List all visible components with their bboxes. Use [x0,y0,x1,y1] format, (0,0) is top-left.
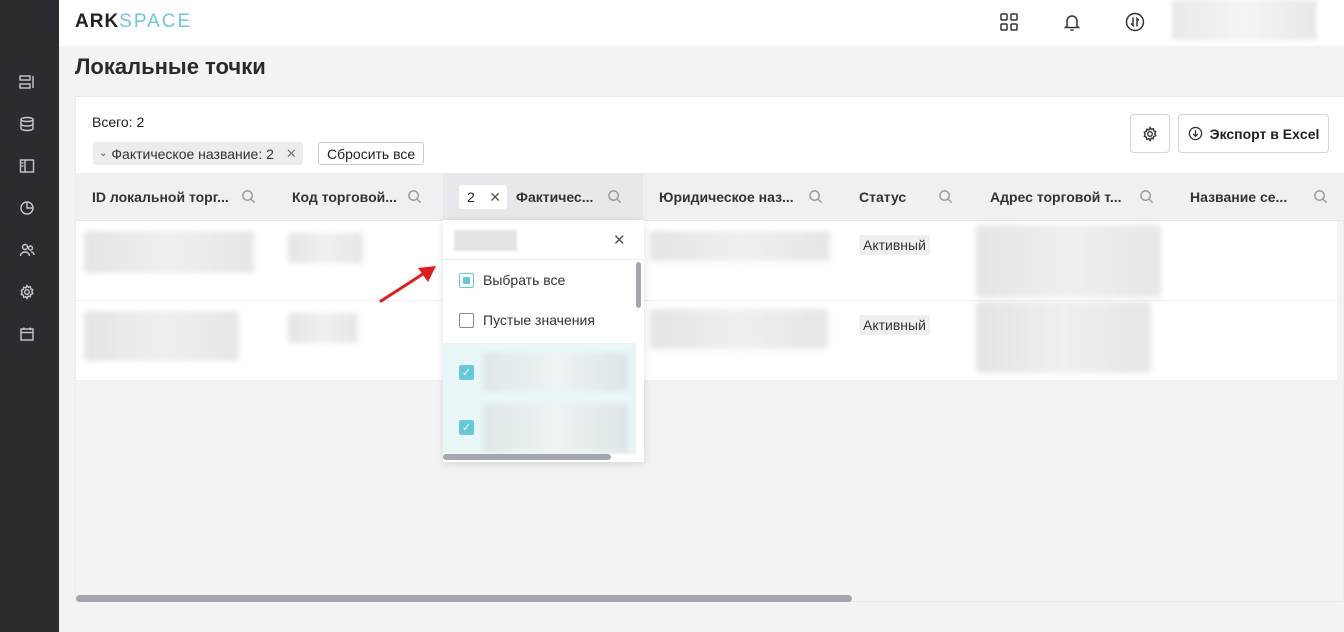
redacted-cell [976,301,1151,373]
table-header: ID локальной торг... Код торговой... 2 ✕… [76,173,1344,221]
user-profile[interactable] [1172,0,1317,40]
sidebar [0,0,59,632]
close-icon[interactable]: ✕ [489,189,501,206]
column-header-code[interactable]: Код торговой... [276,173,443,221]
status-badge: Активный [859,315,930,335]
download-icon [1188,126,1202,141]
table-horizontal-scrollbar[interactable] [76,595,852,602]
column-header-status[interactable]: Статус [843,173,974,221]
filter-chip[interactable]: ⌄ Фактическое название: 2 ✕ [93,142,303,165]
column-label: Фактичес... [516,189,594,205]
column-label: Статус [859,189,907,205]
checkbox-partial[interactable] [459,272,474,288]
search-icon[interactable] [1139,189,1155,205]
vertical-scrollbar[interactable] [636,262,641,308]
column-header-legal-name[interactable]: Юридическое наз... [643,173,843,221]
exchange-icon[interactable] [1124,11,1146,33]
filter-chip-label: Фактическое название: 2 [111,145,274,162]
apps-grid-icon[interactable] [998,11,1020,33]
redacted-cell [976,225,1161,297]
calendar-icon[interactable] [18,325,36,343]
column-header-address[interactable]: Адрес торговой т... [974,173,1174,221]
redacted-cell [84,231,254,273]
search-icon[interactable] [241,189,257,205]
table-row[interactable]: Активный [76,301,1337,381]
logo[interactable]: ARKSPACE [75,11,192,33]
search-icon[interactable] [938,189,954,205]
list-item[interactable]: ✓ [443,343,636,401]
search-icon[interactable] [1313,189,1329,205]
chevron-down-icon[interactable]: ⌄ [99,148,107,159]
reset-all-button[interactable]: Сбросить все [318,142,425,165]
close-icon[interactable]: ✕ [613,231,626,249]
pie-chart-icon[interactable] [18,199,36,217]
option-label: Выбрать все [483,272,566,288]
redacted-cell [288,233,363,263]
gear-icon [1143,125,1157,142]
horizontal-scrollbar[interactable] [443,454,611,460]
redacted-cell [650,309,828,349]
page-title: Локальные точки [75,54,266,79]
column-filter-count[interactable]: 2 ✕ [459,185,507,209]
checkbox-checked[interactable]: ✓ [459,364,474,380]
annotation-arrow-icon [379,266,436,303]
redacted-cell [288,313,358,343]
column-label: Юридическое наз... [659,189,794,205]
empty-values-option[interactable]: Пустые значения [443,300,636,340]
column-filter-dropdown: ✕ Выбрать все Пустые значения ✓ ✓ [443,220,644,462]
logo-ark-text: ARK [75,11,120,32]
settings-button[interactable] [1130,114,1170,153]
logo-space-text: SPACE [119,11,193,32]
column-header-actual-name[interactable]: 2 ✕ Фактичес... [443,173,643,221]
sidebar-panel-icon[interactable] [18,157,36,175]
search-icon[interactable] [407,189,423,205]
checkbox[interactable] [459,312,474,328]
export-excel-button[interactable]: Экспорт в Excel [1178,114,1329,153]
database-icon[interactable] [18,115,36,133]
column-label: Код торговой... [292,189,397,205]
total-count: Всего: 2 [92,114,145,130]
redacted-cell [650,231,830,261]
column-label: Адрес торговой т... [990,189,1122,205]
table-toolbar: Всего: 2 ⌄ Фактическое название: 2 ✕ Сбр… [76,97,1344,173]
export-label: Экспорт в Excel [1209,125,1320,142]
column-header-network-name[interactable]: Название се... [1174,173,1344,221]
gear-icon[interactable] [18,283,36,301]
search-icon[interactable] [607,189,623,205]
column-label: Название се... [1190,189,1288,205]
close-icon[interactable]: ✕ [286,146,297,162]
bell-icon[interactable] [1061,11,1083,33]
status-badge: Активный [859,235,930,255]
redacted-cell [84,311,239,361]
search-input[interactable] [454,230,517,251]
users-icon[interactable] [18,241,36,259]
search-icon[interactable] [808,189,824,205]
option-label: Пустые значения [483,312,595,328]
filter-count-value: 2 [467,189,475,205]
top-header: ARKSPACE [59,0,1344,46]
list-item[interactable]: ✓ [443,401,636,454]
select-all-option[interactable]: Выбрать все [443,260,636,300]
redacted-option [483,403,628,452]
column-header-id[interactable]: ID локальной торг... [76,173,276,221]
table-card: Всего: 2 ⌄ Фактическое название: 2 ✕ Сбр… [75,96,1344,602]
column-label: ID локальной торг... [92,189,229,205]
dropdown-search: ✕ [443,220,644,260]
table-row[interactable]: Активный [76,221,1337,301]
list-icon[interactable] [18,73,36,91]
redacted-option [483,353,628,391]
checkbox-checked[interactable]: ✓ [459,420,474,435]
